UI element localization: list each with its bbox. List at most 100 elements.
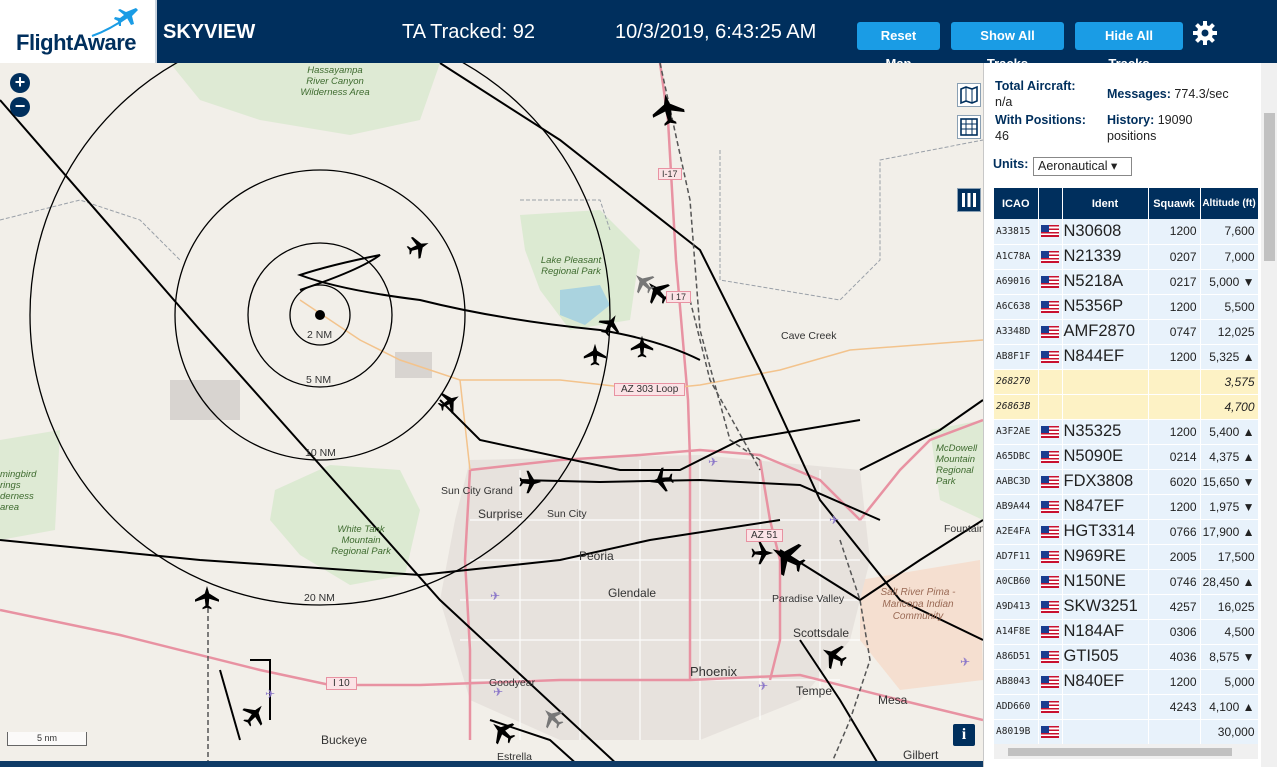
col-altitude[interactable]: Altitude (ft)	[1200, 188, 1258, 219]
col-ident[interactable]: Ident	[1062, 188, 1149, 219]
messages-value: 774.3/sec	[1174, 87, 1229, 101]
table-row[interactable]: A65DBC N5090E 0214 4,375 ▲	[994, 444, 1258, 470]
info-icon[interactable]: i	[953, 724, 975, 746]
table-row[interactable]: A1C78A N21339 0207 7,000	[994, 244, 1258, 270]
map-scale: 5 nm	[7, 732, 87, 746]
row-flag	[1038, 294, 1063, 320]
row-ident: FDX3808	[1062, 469, 1149, 495]
scroll-thumb[interactable]	[1008, 748, 1232, 756]
row-squawk: 0766	[1148, 519, 1201, 545]
row-icao: A86D51	[994, 644, 1039, 670]
table-row[interactable]: AABC3D FDX3808 6020 15,650 ▼	[994, 469, 1258, 495]
table-row[interactable]: A69016 N5218A 0217 5,000 ▼	[994, 269, 1258, 295]
ta-tracked-count: TA Tracked: 92	[402, 21, 536, 43]
place-paradise-valley: Paradise Valley	[772, 593, 845, 605]
table-row[interactable]: A14F8E N184AF 0306 4,500	[994, 619, 1258, 645]
hide-all-tracks-button[interactable]: Hide All Tracks	[1075, 22, 1183, 71]
show-all-tracks-button[interactable]: Show All Tracks	[951, 22, 1064, 71]
row-squawk: 4243	[1148, 694, 1201, 720]
logo-text: FlightAware	[16, 30, 137, 55]
ring-label-20nm: 20 NM	[304, 592, 335, 604]
table-row[interactable]: A3348D AMF2870 0747 12,025	[994, 319, 1258, 345]
table-row[interactable]: A86D51 GTI505 4036 8,575 ▼	[994, 644, 1258, 670]
row-altitude: 7,600	[1200, 219, 1258, 245]
row-icao: AB8043	[994, 669, 1039, 695]
row-icao: A0CB60	[994, 569, 1039, 595]
row-icao: A9D413	[994, 594, 1039, 620]
scroll-thumb[interactable]	[1264, 113, 1275, 261]
row-icao: A3F2AE	[994, 419, 1039, 445]
history-label: History:	[1107, 113, 1155, 127]
table-row[interactable]: AB9A44 N847EF 1200 1,975 ▼	[994, 494, 1258, 520]
table-row[interactable]: A2E4FA HGT3314 0766 17,900 ▲	[994, 519, 1258, 545]
row-flag	[1038, 319, 1063, 345]
row-icao: A3348D	[994, 319, 1039, 345]
history-value: 19090	[1157, 113, 1193, 127]
us-flag-icon	[1040, 300, 1059, 313]
place-cave-creek: Cave Creek	[781, 330, 837, 342]
row-ident: N5090E	[1062, 444, 1149, 470]
map-view[interactable]: ✈ ✈ ✈ ✈ ✈ ✈ ✈ 2 NM 5 NM 10 NM 20 NM Hassayamp…	[0, 63, 983, 767]
grid-icon[interactable]	[957, 115, 981, 139]
table-horizontal-scrollbar[interactable]	[994, 744, 1258, 759]
row-squawk: 4036	[1148, 644, 1201, 670]
row-flag	[1038, 419, 1063, 445]
row-ident: GTI505	[1062, 644, 1149, 670]
us-flag-icon	[1040, 250, 1059, 263]
row-altitude: 5,500	[1200, 294, 1258, 320]
row-icao: A1C78A	[994, 244, 1039, 270]
reset-map-button[interactable]: Reset Map	[857, 22, 940, 71]
table-row[interactable]: A8019B 30,000	[994, 719, 1258, 744]
table-row[interactable]: A0CB60 N150NE 0746 28,450 ▲	[994, 569, 1258, 595]
table-row[interactable]: AB8F1F N844EF 1200 5,325 ▲	[994, 344, 1258, 370]
zoom-out-button[interactable]: −	[10, 97, 30, 117]
units-select[interactable]: Aeronautical ▾	[1033, 157, 1132, 176]
row-altitude: 16,025	[1200, 594, 1258, 620]
col-icao[interactable]: ICAO	[994, 188, 1039, 219]
place-hassayampa: Hassayampa River Canyon Wilderness Area	[300, 65, 370, 98]
row-ident: HGT3314	[1062, 519, 1149, 545]
table-row[interactable]: ADD660 4243 4,100 ▲	[994, 694, 1258, 720]
panel-vertical-scrollbar[interactable]	[1261, 63, 1277, 767]
us-flag-icon	[1040, 500, 1059, 513]
with-positions-value: 46	[995, 129, 1009, 143]
table-row[interactable]: 26863B 4,700	[994, 394, 1258, 420]
row-altitude: 5,000	[1200, 669, 1258, 695]
table-row[interactable]: 268270 3,575	[994, 369, 1258, 395]
history-unit: positions	[1107, 129, 1157, 143]
row-ident: N184AF	[1062, 619, 1149, 645]
row-altitude: 7,000	[1200, 244, 1258, 270]
table-row[interactable]: A33815 N30608 1200 7,600	[994, 219, 1258, 245]
columns-toggle-icon[interactable]	[957, 188, 981, 212]
row-altitude: 5,400 ▲	[1200, 419, 1258, 445]
flightaware-logo[interactable]: FlightAware	[0, 0, 157, 63]
row-altitude: 5,325 ▲	[1200, 344, 1258, 370]
ring-label-2nm: 2 NM	[307, 329, 333, 341]
us-flag-icon	[1040, 525, 1059, 538]
zoom-in-button[interactable]: +	[10, 73, 30, 93]
table-row[interactable]: A6C638 N5356P 1200 5,500	[994, 294, 1258, 320]
table-row[interactable]: A3F2AE N35325 1200 5,400 ▲	[994, 419, 1258, 445]
row-altitude: 4,500	[1200, 619, 1258, 645]
row-icao: A6C638	[994, 294, 1039, 320]
place-tempe: Tempe	[796, 684, 833, 698]
row-icao: A8019B	[994, 719, 1039, 744]
row-flag	[1038, 519, 1063, 545]
row-altitude: 15,650 ▼	[1200, 469, 1258, 495]
row-ident: N35325	[1062, 419, 1149, 445]
table-row[interactable]: AD7F11 N969RE 2005 17,500	[994, 544, 1258, 570]
table-row[interactable]: AB8043 N840EF 1200 5,000	[994, 669, 1258, 695]
row-squawk: 1200	[1148, 419, 1201, 445]
row-flag	[1038, 619, 1063, 645]
row-flag	[1038, 244, 1063, 270]
place-fountain: Fountain	[944, 523, 983, 535]
col-flag[interactable]	[1038, 188, 1063, 219]
col-squawk[interactable]: Squawk	[1148, 188, 1201, 219]
row-squawk: 1200	[1148, 344, 1201, 370]
gear-icon[interactable]	[1192, 20, 1218, 46]
table-row[interactable]: A9D413 SKW3251 4257 16,025	[994, 594, 1258, 620]
map-layers-icon[interactable]	[957, 83, 981, 107]
us-flag-icon	[1040, 675, 1059, 688]
place-phoenix: Phoenix	[690, 664, 737, 679]
row-flag	[1038, 644, 1063, 670]
